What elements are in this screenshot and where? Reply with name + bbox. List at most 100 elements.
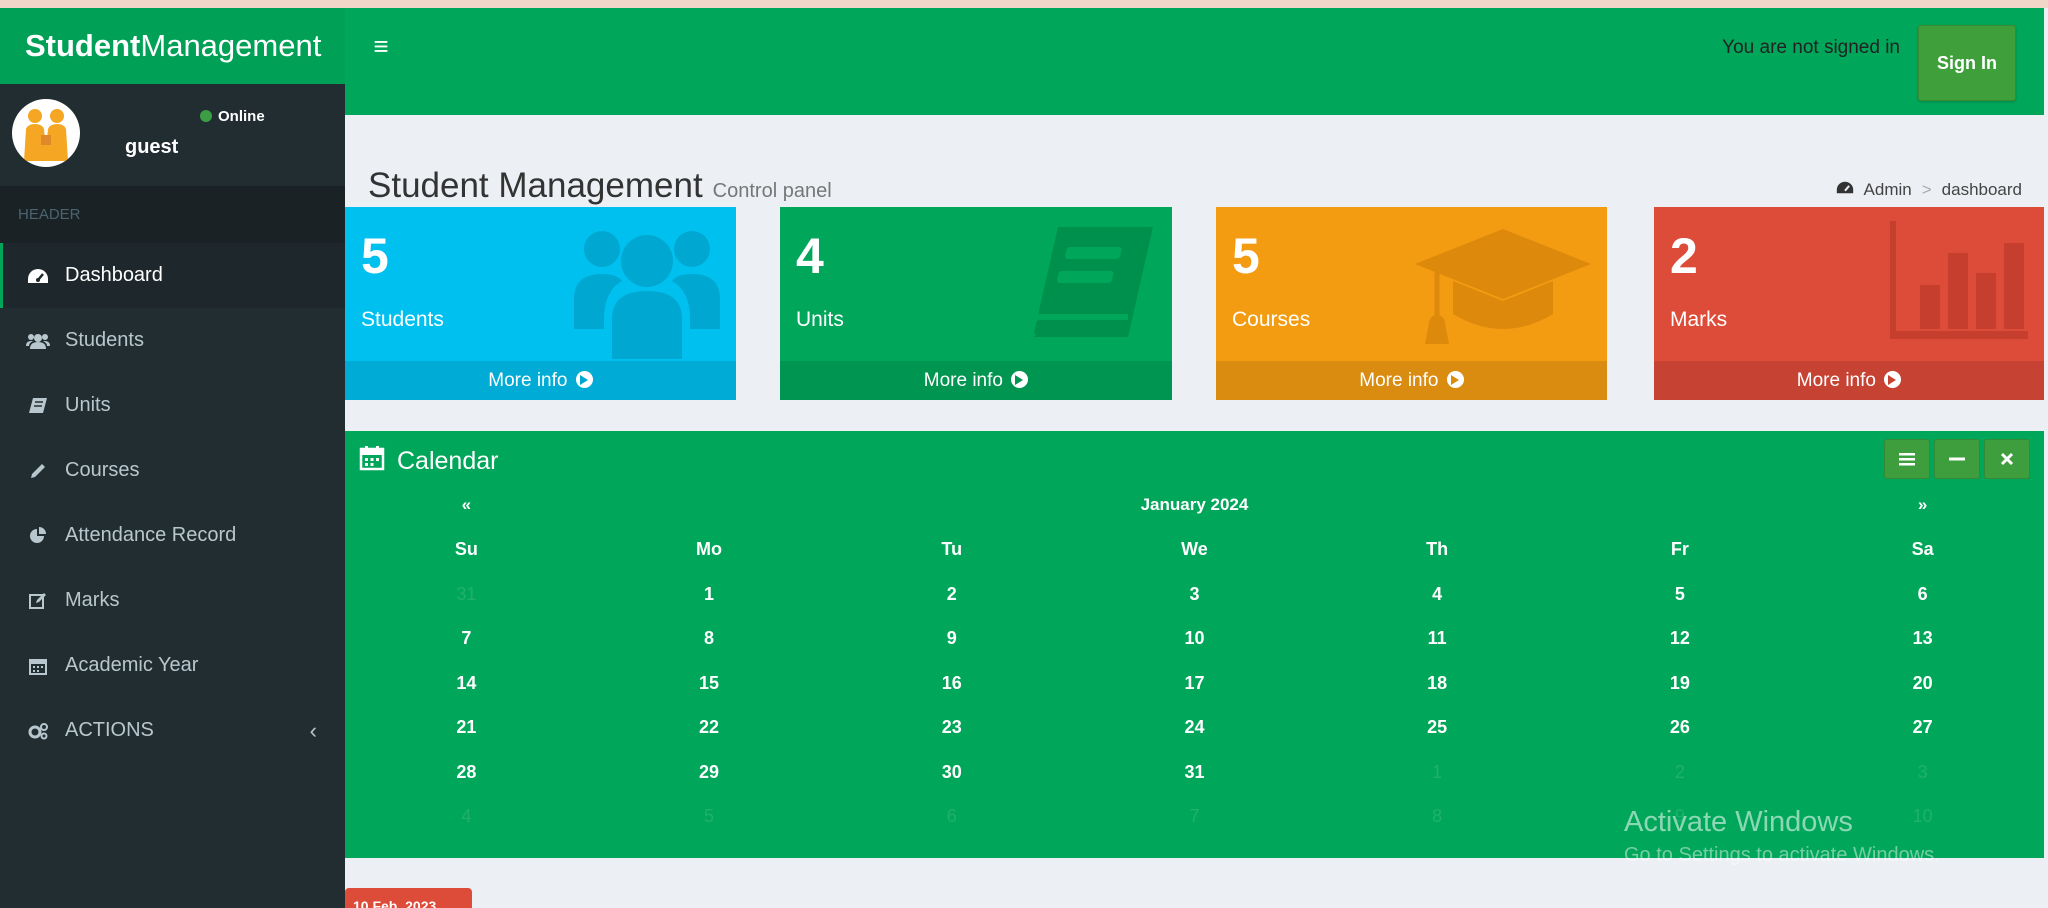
calendar-day[interactable]: 19 xyxy=(1559,661,1802,706)
online-status: Online xyxy=(200,108,265,125)
app-logo[interactable]: StudentManagement xyxy=(0,8,345,84)
dashboard-icon xyxy=(25,265,51,287)
more-info-label: More info xyxy=(923,370,1003,391)
calendar-day[interactable]: 10 xyxy=(1073,617,1316,662)
calendar-day[interactable]: 29 xyxy=(588,750,831,795)
calendar-icon xyxy=(25,655,51,677)
calendar-week-row: 28 29 30 31 1 2 3 xyxy=(345,750,2044,795)
stat-value: 4 xyxy=(796,228,824,284)
calendar-day[interactable]: 4 xyxy=(1316,572,1559,617)
calendar-day[interactable]: 23 xyxy=(830,706,1073,751)
more-info-link[interactable]: More info xyxy=(780,361,1172,400)
more-info-link[interactable]: More info xyxy=(1216,361,1607,400)
sidebar-item-students[interactable]: Students xyxy=(0,308,345,373)
sidebar-item-courses[interactable]: Courses xyxy=(0,438,345,503)
sidebar-item-actions[interactable]: ACTIONS ‹ xyxy=(0,698,345,763)
calendar-day[interactable]: 27 xyxy=(1801,706,2044,751)
calendar-day[interactable]: 15 xyxy=(588,661,831,706)
calendar-day[interactable]: 22 xyxy=(588,706,831,751)
stat-box-marks: 2 Marks More info xyxy=(1654,207,2044,400)
calendar-day-other-month[interactable]: 5 xyxy=(588,795,831,840)
calendar-day[interactable]: 18 xyxy=(1316,661,1559,706)
calendar-day[interactable]: 30 xyxy=(830,750,1073,795)
calendar-day-other-month[interactable]: 31 xyxy=(345,572,588,617)
sidebar-item-label: ACTIONS xyxy=(65,719,154,741)
sign-in-button[interactable]: Sign In xyxy=(1918,25,2016,101)
calendar-day[interactable]: 14 xyxy=(345,661,588,706)
calendar-day-other-month[interactable]: 8 xyxy=(1316,795,1559,840)
chevron-left-icon[interactable]: ‹ xyxy=(310,718,317,744)
sidebar-item-label: Units xyxy=(65,394,111,416)
more-info-label: More info xyxy=(1359,370,1439,391)
calendar-day-other-month[interactable]: 4 xyxy=(345,795,588,840)
calendar-day[interactable]: 9 xyxy=(830,617,1073,662)
page-title: Student Management Control panel xyxy=(368,166,832,206)
calendar-collapse-button[interactable] xyxy=(1934,439,1980,479)
calendar-day[interactable]: 13 xyxy=(1801,617,2044,662)
calendar-close-button[interactable] xyxy=(1984,439,2030,479)
calendar-day[interactable]: 1 xyxy=(588,572,831,617)
calendar-month-label[interactable]: January 2024 xyxy=(588,483,1802,528)
calendar-day-other-month[interactable]: 3 xyxy=(1801,750,2044,795)
calendar-day-other-month[interactable]: 2 xyxy=(1559,750,1802,795)
calendar-day[interactable]: 24 xyxy=(1073,706,1316,751)
sidebar: Online guest HEADER Dashboard Students U… xyxy=(0,84,345,908)
calendar-grid: « January 2024 » Su Mo Tu We Th Fr Sa 31… xyxy=(345,483,2044,839)
user-panel: Online guest xyxy=(0,84,345,186)
calendar-day[interactable]: 5 xyxy=(1559,572,1802,617)
calendar-day[interactable]: 20 xyxy=(1801,661,2044,706)
calendar-day[interactable]: 12 xyxy=(1559,617,1802,662)
sidebar-item-label: Dashboard xyxy=(65,264,163,286)
weekday-label: Fr xyxy=(1670,539,1689,560)
calendar-day[interactable]: 25 xyxy=(1316,706,1559,751)
gears-icon xyxy=(25,720,51,742)
calendar-next-button[interactable]: » xyxy=(1801,483,2044,528)
minus-icon xyxy=(1949,457,1965,461)
calendar-day[interactable]: 26 xyxy=(1559,706,1802,751)
sidebar-item-marks[interactable]: Marks xyxy=(0,568,345,633)
date-badge: 10 Feb. 2023 xyxy=(345,888,472,908)
calendar-day-other-month[interactable]: 1 xyxy=(1316,750,1559,795)
menu-toggle-icon[interactable]: ≡ xyxy=(365,30,397,62)
arrow-circle-right-icon xyxy=(1446,371,1464,388)
calendar-day[interactable]: 31 xyxy=(1073,750,1316,795)
calendar-day[interactable]: 7 xyxy=(345,617,588,662)
more-info-link[interactable]: More info xyxy=(1654,361,2044,400)
sidebar-item-academic-year[interactable]: Academic Year xyxy=(0,633,345,698)
calendar-day[interactable]: 17 xyxy=(1073,661,1316,706)
calendar-week-row: 14 15 16 17 18 19 20 xyxy=(345,661,2044,706)
sidebar-item-label: Courses xyxy=(65,459,140,481)
sidebar-item-label: Attendance Record xyxy=(65,524,237,546)
calendar-day[interactable]: 8 xyxy=(588,617,831,662)
close-icon xyxy=(2000,452,2014,466)
calendar-day[interactable]: 21 xyxy=(345,706,588,751)
breadcrumb: Admin > dashboard xyxy=(1836,180,2022,200)
sidebar-item-dashboard[interactable]: Dashboard xyxy=(0,243,345,308)
sidebar-item-units[interactable]: Units xyxy=(0,373,345,438)
more-info-link[interactable]: More info xyxy=(345,361,736,400)
avatar-image xyxy=(13,100,79,166)
calendar-day-other-month[interactable]: 7 xyxy=(1073,795,1316,840)
sidebar-item-attendance-record[interactable]: Attendance Record xyxy=(0,503,345,568)
pie-chart-icon xyxy=(25,525,51,547)
weekday-label: Th xyxy=(1426,539,1449,560)
calendar-week-row: 21 22 23 24 25 26 27 xyxy=(345,706,2044,751)
calendar-prev-button[interactable]: « xyxy=(345,483,588,528)
calendar-day[interactable]: 16 xyxy=(830,661,1073,706)
calendar-day[interactable]: 11 xyxy=(1316,617,1559,662)
calendar-day[interactable]: 28 xyxy=(345,750,588,795)
calendar-day-other-month[interactable]: 6 xyxy=(830,795,1073,840)
calendar-day[interactable]: 2 xyxy=(830,572,1073,617)
bars-icon xyxy=(1899,453,1915,466)
calendar-day[interactable]: 3 xyxy=(1073,572,1316,617)
bar-chart-icon xyxy=(1888,219,2030,354)
logo-bold: Student xyxy=(25,28,141,63)
breadcrumb-admin[interactable]: Admin xyxy=(1864,180,1912,200)
stat-box-students: 5 Students More info xyxy=(345,207,736,400)
stat-value: 5 xyxy=(1232,228,1260,284)
edit-icon xyxy=(25,590,51,612)
calendar-day[interactable]: 6 xyxy=(1801,572,2044,617)
calendar-menu-button[interactable] xyxy=(1884,439,1930,479)
calendar-weekday-row: Su Mo Tu We Th Fr Sa xyxy=(345,528,2044,573)
arrow-circle-right-icon xyxy=(575,371,593,388)
